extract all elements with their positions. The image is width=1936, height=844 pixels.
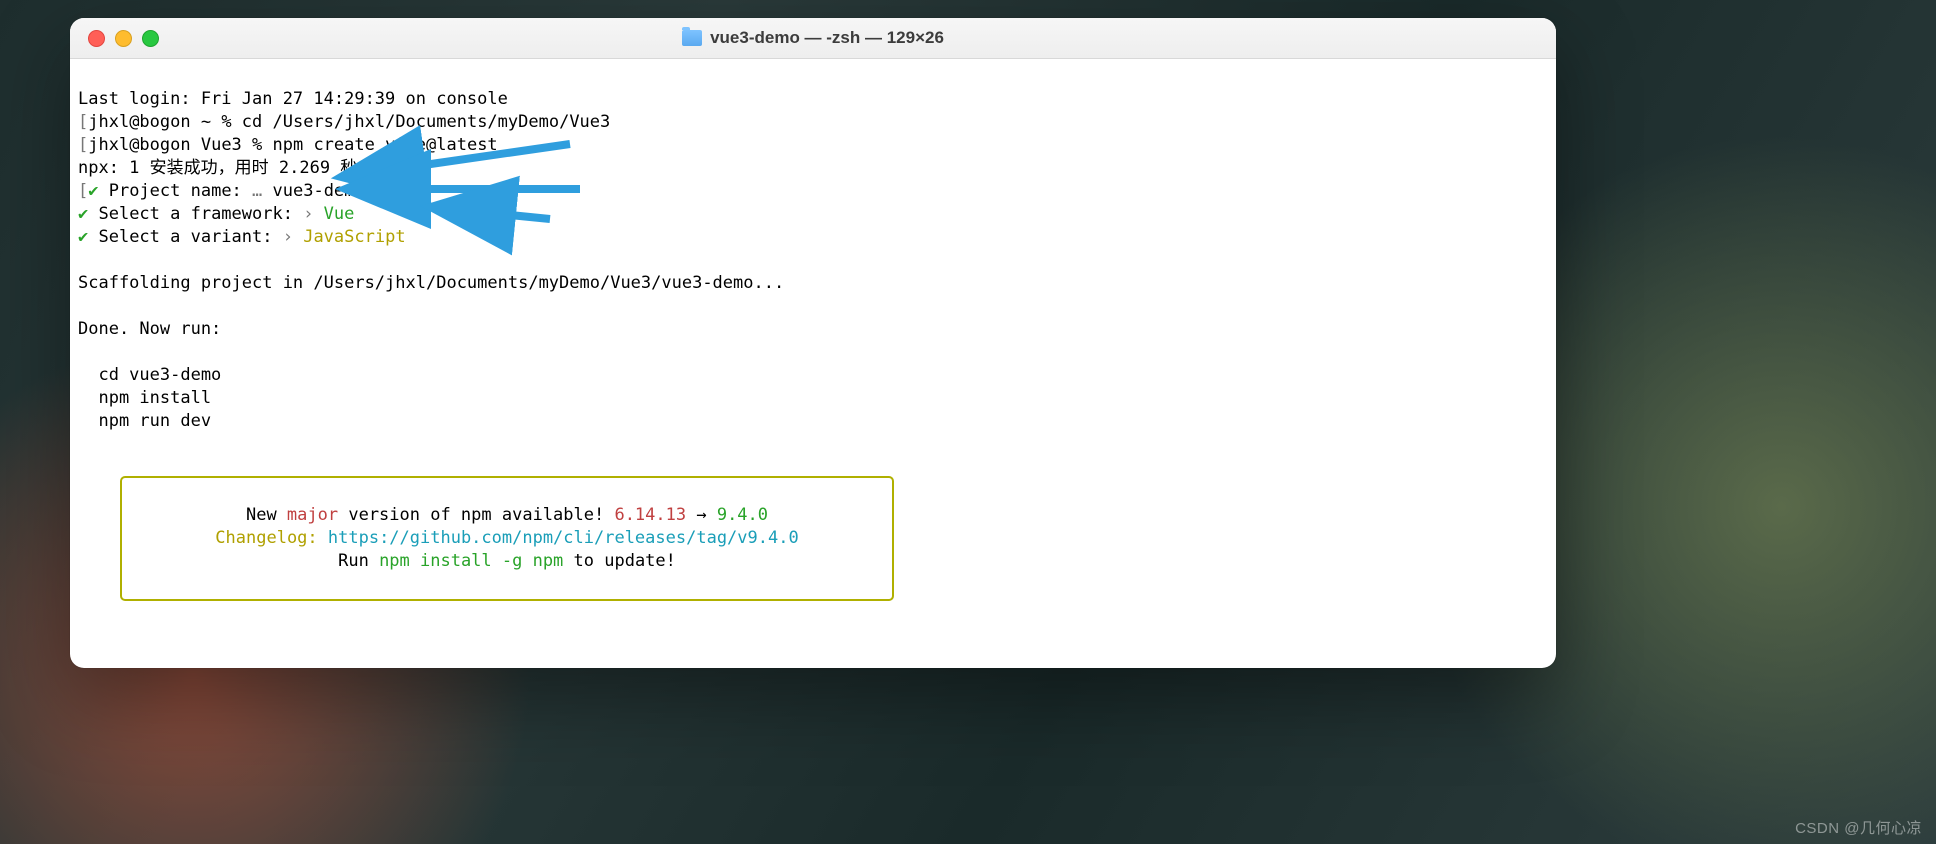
prompt-framework-label: Select a framework: — [88, 204, 303, 224]
variant-value: JavaScript — [303, 227, 405, 247]
notice-text: to update! — [563, 551, 676, 571]
watermark: CSDN @几何心凉 — [1795, 817, 1922, 838]
traffic-lights — [70, 30, 159, 47]
prompt-user: jhxl@bogon — [88, 135, 190, 155]
check-icon: ✔ — [78, 227, 88, 247]
folder-icon — [682, 30, 702, 46]
bracket-open: [ — [78, 135, 88, 155]
notice-line-3: Run npm install -g npm to update! — [142, 550, 872, 573]
minimize-icon[interactable] — [115, 30, 132, 47]
prompt-user: jhxl@bogon — [88, 112, 190, 132]
npx-install-line: npx: 1 安装成功，用时 2.269 秒 — [78, 158, 357, 178]
chevron-right-icon: › — [303, 204, 323, 224]
check-icon: ✔ — [78, 204, 88, 224]
check-icon: ✔ — [88, 181, 98, 201]
terminal-window: vue3-demo — -zsh — 129×26 Last login: Fr… — [70, 18, 1556, 668]
bracket-open: [ — [78, 181, 88, 201]
bracket-open: [ — [78, 112, 88, 132]
notice-text: New — [246, 505, 287, 525]
done-line: Done. Now run: — [78, 319, 221, 339]
prompt-project-name-label: Project name: — [99, 181, 253, 201]
maximize-icon[interactable] — [142, 30, 159, 47]
framework-value: Vue — [324, 204, 355, 224]
run-step-cd: cd vue3-demo — [78, 365, 221, 385]
last-login-line: Last login: Fri Jan 27 14:29:39 on conso… — [78, 89, 508, 109]
prompt-path: Vue3 % — [191, 135, 273, 155]
notice-new-version: 9.4.0 — [717, 505, 768, 525]
terminal-body[interactable]: Last login: Fri Jan 27 14:29:39 on conso… — [70, 59, 1556, 668]
notice-old-version: 6.14.13 — [614, 505, 686, 525]
window-titlebar[interactable]: vue3-demo — -zsh — 129×26 — [70, 18, 1556, 59]
close-icon[interactable] — [88, 30, 105, 47]
npm-update-notice: New major version of npm available! 6.14… — [120, 476, 894, 601]
scaffolding-line: Scaffolding project in /Users/jhxl/Docum… — [78, 273, 784, 293]
notice-text: Run — [338, 551, 379, 571]
run-step-dev: npm run dev — [78, 411, 211, 431]
prompt-variant-label: Select a variant: — [88, 227, 282, 247]
arrow-right-icon: → — [686, 505, 717, 525]
window-title: vue3-demo — -zsh — 129×26 — [70, 28, 1556, 48]
notice-update-cmd: npm install -g npm — [379, 551, 563, 571]
project-name-value: vue3-demo — [273, 181, 365, 201]
window-title-text: vue3-demo — -zsh — 129×26 — [710, 28, 944, 48]
prompt-path: ~ % — [191, 112, 242, 132]
notice-line-1: New major version of npm available! 6.14… — [142, 504, 872, 527]
notice-changelog-url: https://github.com/npm/cli/releases/tag/… — [328, 528, 799, 548]
notice-major: major — [287, 505, 338, 525]
command-cd: cd /Users/jhxl/Documents/myDemo/Vue3 — [242, 112, 610, 132]
notice-line-2: Changelog: https://github.com/npm/cli/re… — [142, 527, 872, 550]
chevron-right-icon: › — [283, 227, 303, 247]
run-step-install: npm install — [78, 388, 211, 408]
command-npm-create: npm create vite@latest — [273, 135, 498, 155]
ellipsis-icon: … — [252, 181, 272, 201]
notice-text: version of npm available! — [338, 505, 614, 525]
notice-changelog-label: Changelog: — [215, 528, 328, 548]
